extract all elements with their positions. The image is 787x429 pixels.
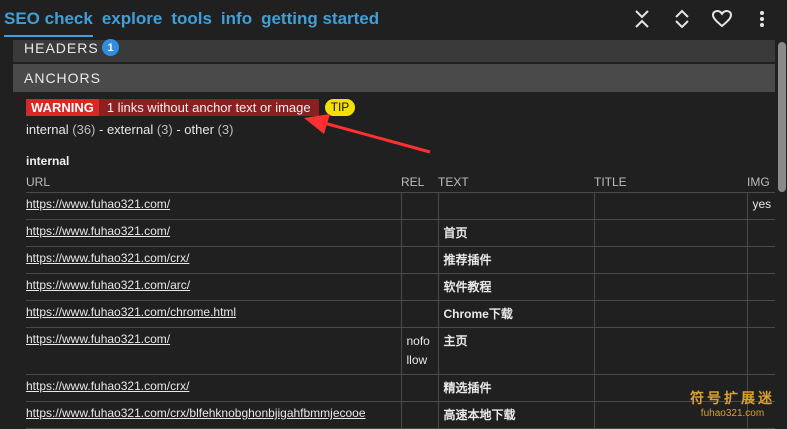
separator: - [95,122,107,137]
img-cell [746,273,775,301]
collapse-all-icon[interactable] [631,8,653,30]
headers-count-badge: 1 [102,39,119,56]
rel-cell [400,219,438,247]
tab-info[interactable]: info [221,9,252,37]
text-cell: 主页 [437,327,594,375]
table-header-row: URL REL TEXT TITLE IMG [26,172,775,193]
text-cell: Chrome下载 [437,300,594,328]
table-row: https://www.fuhao321.com/arc/ 软件教程 [26,273,775,301]
col-text[interactable]: TEXT [438,172,594,193]
img-cell [746,327,775,375]
rel-line: llow [406,353,428,367]
col-img[interactable]: IMG [747,172,775,193]
img-cell [746,246,775,274]
rel-cell [400,300,438,328]
rel-cell [400,401,438,429]
anchor-url-link[interactable]: https://www.fuhao321.com/arc/ [26,278,190,292]
anchors-table: URL REL TEXT TITLE IMG https://www.fuhao… [26,172,775,429]
watermark: 符号扩展迷 fuhao321.com [690,388,775,419]
text-cell: 精选插件 [437,374,594,402]
title-cell [593,219,747,247]
internal-group-title: internal [26,154,70,168]
other-count: (3) [217,122,234,137]
text-cell [437,192,594,220]
anchor-url-link[interactable]: https://www.fuhao321.com/ [26,197,170,211]
tab-explore[interactable]: explore [102,9,162,37]
warning-text: 1 links without anchor text or image [98,98,319,116]
anchor-url-link[interactable]: https://www.fuhao321.com/crx/ [26,251,189,265]
anchor-url-link[interactable]: https://www.fuhao321.com/ [26,332,170,346]
expand-all-icon[interactable] [671,8,693,30]
other-count-label[interactable]: other [184,122,214,137]
table-row: https://www.fuhao321.com/chrome.html Chr… [26,300,775,328]
text-cell: 推荐插件 [437,246,594,274]
title-cell [593,300,747,328]
col-url[interactable]: URL [26,172,401,193]
table-row: https://www.fuhao321.com/ nofo llow 主页 [26,327,775,375]
text-cell: 软件教程 [437,273,594,301]
text-cell: 首页 [437,219,594,247]
external-count: (3) [156,122,173,137]
link-counts: internal (36) - external (3) - other (3) [26,122,233,137]
table-row: https://www.fuhao321.com/crx/ 精选插件 [26,374,775,402]
rel-cell: nofo llow [400,327,438,375]
more-vertical-icon[interactable] [751,8,773,30]
table-row: https://www.fuhao321.com/ yes [26,192,775,220]
title-cell [593,246,747,274]
external-count-label[interactable]: external [107,122,153,137]
annotation-arrow-icon [304,114,431,154]
internal-count-label[interactable]: internal [26,122,69,137]
anchor-url-link[interactable]: https://www.fuhao321.com/crx/blfehknobgh… [26,406,366,420]
nav-tabs: SEO check explore tools info getting sta… [4,9,388,37]
col-rel[interactable]: REL [401,172,438,193]
rel-line: nofo [406,334,430,348]
heart-icon[interactable] [711,8,733,30]
rel-cell [400,246,438,274]
headers-section[interactable]: HEADERS 1 [13,39,775,62]
rel-cell [400,192,438,220]
title-cell [593,273,747,301]
table-row: https://www.fuhao321.com/crx/ 推荐插件 [26,246,775,274]
tab-tools[interactable]: tools [171,9,212,37]
tab-seo-check[interactable]: SEO check [4,9,93,37]
table-row: https://www.fuhao321.com/crx/blfehknobgh… [26,401,775,429]
img-cell: yes [746,192,775,220]
top-nav: SEO check explore tools info getting sta… [0,0,787,40]
col-title[interactable]: TITLE [594,172,747,193]
title-cell [593,327,747,375]
tab-getting-started[interactable]: getting started [261,9,379,37]
anchor-url-link[interactable]: https://www.fuhao321.com/ [26,224,170,238]
anchor-url-link[interactable]: https://www.fuhao321.com/crx/ [26,379,189,393]
anchors-section[interactable]: ANCHORS [13,64,775,92]
table-row: https://www.fuhao321.com/ 首页 [26,219,775,247]
scrollbar-thumb[interactable] [778,42,786,192]
rel-cell [400,374,438,402]
anchor-url-link[interactable]: https://www.fuhao321.com/chrome.html [26,305,236,319]
img-cell [746,219,775,247]
watermark-cn: 符号扩展迷 [690,390,775,406]
warning-label: WARNING [26,98,99,116]
text-cell: 高速本地下载 [437,401,594,429]
img-cell [746,300,775,328]
watermark-en: fuhao321.com [700,408,765,419]
internal-count: (36) [72,122,96,137]
headers-label: HEADERS [24,40,99,56]
separator: - [172,122,185,137]
anchors-label: ANCHORS [24,70,102,86]
toolbar-icons [631,8,773,30]
rel-cell [400,273,438,301]
title-cell [593,192,747,220]
